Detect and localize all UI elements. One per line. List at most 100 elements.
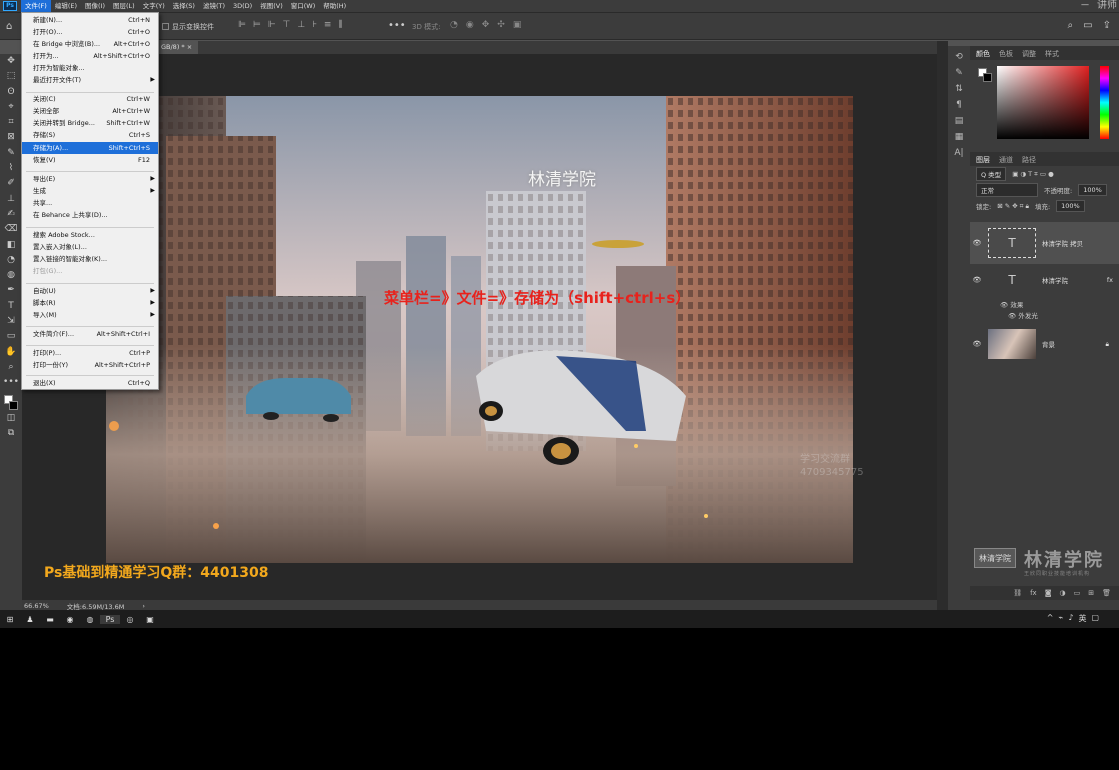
menu-item-close-all[interactable]: 关闭全部 Alt+Ctrl+W (22, 105, 158, 117)
tray-up-icon[interactable]: ^ (1047, 613, 1054, 624)
background-color[interactable] (9, 400, 18, 410)
pan-icon[interactable]: ✥ (482, 20, 490, 30)
ime-indicator[interactable]: 英 (1078, 613, 1086, 624)
history-icon[interactable]: ⟲ (955, 52, 963, 62)
eraser-tool-icon[interactable]: ⌫ (5, 222, 18, 237)
workspace-icon[interactable]: ▭ (1083, 20, 1092, 31)
blend-mode-select[interactable]: 正常 (976, 183, 1038, 197)
tab-paths[interactable]: 路径 (1022, 155, 1036, 164)
menu-item-browse-bridge[interactable]: 在 Bridge 中浏览(B)... Alt+Ctrl+O (22, 38, 158, 50)
stamp-tool-icon[interactable]: ⊥ (7, 192, 15, 207)
layer-text-copy[interactable]: 👁︎ T 林清学院 拷贝 (970, 222, 1119, 264)
tab-swatches[interactable]: 色板 (999, 49, 1013, 58)
delete-layer-icon[interactable]: 🗑︎ (1102, 589, 1111, 597)
app-icon[interactable]: ♟ (20, 615, 40, 624)
home-icon[interactable]: ⌂ (6, 21, 12, 32)
menu-view[interactable]: 视图(V) (256, 0, 287, 12)
tab-color[interactable]: 颜色 (976, 49, 990, 58)
menu-item-save-as[interactable]: 存储为(A)... Shift+Ctrl+S (22, 142, 158, 154)
menu-layer[interactable]: 图层(L) (109, 0, 139, 12)
layer-name[interactable]: 背景 (1042, 339, 1055, 349)
volume-icon[interactable]: ♪ (1068, 613, 1073, 624)
menu-item-automate[interactable]: 自动(U) ▶ (22, 285, 158, 297)
align-right-icon[interactable]: ⊩ (268, 20, 276, 30)
more-options-button[interactable]: ••• (388, 20, 406, 31)
hand-tool-icon[interactable]: ✋ (5, 345, 16, 360)
healing-tool-icon[interactable]: ⌇ (9, 161, 13, 176)
opacity-input[interactable]: 100% (1078, 184, 1107, 196)
align-bottom-icon[interactable]: ⊦ (312, 20, 317, 30)
menu-item-print[interactable]: 打印(P)... Ctrl+P (22, 347, 158, 359)
zoom-tool-icon[interactable]: ⌕ (8, 360, 13, 375)
menu-item-open-as[interactable]: 打开为... Alt+Shift+Ctrl+O (22, 50, 158, 62)
shape-tool-icon[interactable]: ▭ (7, 329, 16, 344)
layer-name[interactable]: 林清学院 拷贝 (1042, 238, 1083, 248)
properties-icon[interactable]: ▤ (955, 116, 964, 126)
search-icon[interactable]: ⌕ (1068, 20, 1074, 31)
foreground-background-swatch[interactable] (4, 394, 18, 411)
screen-mode-icon[interactable]: ⧉ (8, 426, 14, 441)
crop-tool-icon[interactable]: ⌗ (8, 115, 13, 130)
adjust-icon[interactable]: ⇅ (955, 84, 963, 94)
panel-background-swatch[interactable] (983, 73, 992, 82)
menu-item-print-one[interactable]: 打印一份(Y) Alt+Shift+Ctrl+P (22, 359, 158, 371)
menu-item-open[interactable]: 打开(O)... Ctrl+O (22, 26, 158, 38)
show-transform-checkbox[interactable] (162, 23, 169, 30)
menu-item-close-bridge[interactable]: 关闭并转到 Bridge... Shift+Ctrl+W (22, 117, 158, 129)
menu-item-open-smart-object[interactable]: 打开为智能对象... (22, 62, 158, 74)
path-select-tool-icon[interactable]: ⇲ (7, 314, 15, 329)
quick-mask-icon[interactable]: ◫ (7, 411, 16, 426)
menu-item-save[interactable]: 存储(S) Ctrl+S (22, 129, 158, 141)
browser-icon[interactable]: ◉ (60, 615, 80, 624)
align-middle-icon[interactable]: ⊥ (297, 20, 305, 30)
menu-item-file-info[interactable]: 文件简介(F)... Alt+Shift+Ctrl+I (22, 328, 158, 340)
menu-item-close[interactable]: 关闭(C) Ctrl+W (22, 93, 158, 105)
menu-image[interactable]: 图像(I) (81, 0, 109, 12)
character-icon[interactable]: A| (954, 148, 963, 158)
layer-filter-select[interactable]: Q 类型 (976, 167, 1007, 181)
fill-input[interactable]: 100% (1056, 200, 1085, 212)
menu-item-export[interactable]: 导出(E) ▶ (22, 173, 158, 185)
camera-icon[interactable]: ▣ (513, 20, 522, 30)
tab-layers[interactable]: 图层 (976, 155, 990, 164)
share-icon[interactable]: ⇪ (1103, 20, 1111, 31)
menu-window[interactable]: 窗口(W) (287, 0, 320, 12)
app4-icon[interactable]: ▣ (140, 615, 160, 624)
document-canvas[interactable] (106, 96, 853, 563)
gradient-tool-icon[interactable]: ◧ (7, 238, 16, 253)
menu-item-share[interactable]: 共享... (22, 197, 158, 209)
menu-item-revert[interactable]: 恢复(V) F12 (22, 154, 158, 166)
distribute-icon[interactable]: ≡ (324, 20, 332, 30)
move-tool-icon[interactable]: ✥ (7, 54, 15, 69)
eyedropper-tool-icon[interactable]: ✎ (7, 146, 15, 161)
fx-icon[interactable]: fx (1107, 276, 1113, 284)
close-tab-icon[interactable]: × (187, 43, 192, 51)
status-arrow-icon[interactable]: › (142, 602, 145, 610)
paragraph-icon[interactable]: ¶ (956, 100, 962, 110)
minimize-button[interactable]: — (1081, 0, 1089, 9)
menu-type[interactable]: 文字(Y) (139, 0, 169, 12)
menu-filter[interactable]: 滤镜(T) (199, 0, 229, 12)
menu-edit[interactable]: 编辑(E) (51, 0, 81, 12)
mask-icon[interactable]: ◙ (1045, 589, 1052, 597)
align-top-icon[interactable]: ⊤ (283, 20, 291, 30)
fx-add-icon[interactable]: fx (1030, 589, 1037, 597)
document-tab[interactable]: GB/8) * × (155, 41, 199, 54)
notification-icon[interactable]: ▢ (1091, 613, 1099, 624)
menu-item-place-linked[interactable]: 置入链接的智能对象(K)... (22, 253, 158, 265)
start-icon[interactable]: ⊞ (0, 615, 20, 624)
more-tools-icon[interactable]: ••• (3, 375, 19, 390)
lock-icons[interactable]: ⊠ ✎ ✥ ⌗ 🔒︎ (997, 202, 1029, 211)
dodge-tool-icon[interactable]: ◍ (7, 268, 15, 283)
menu-file[interactable]: 文件(F) (21, 0, 51, 12)
zoom-level[interactable]: 66.67% (24, 602, 49, 610)
menu-item-place-embedded[interactable]: 置入嵌入对象(L)... (22, 241, 158, 253)
color-picker-field[interactable] (997, 66, 1089, 139)
lasso-tool-icon[interactable]: ʘ (7, 85, 14, 100)
link-icon[interactable]: ⛓ (1013, 589, 1022, 597)
outer-glow-effect[interactable]: 👁︎ 外发光 (1000, 311, 1038, 322)
quick-select-tool-icon[interactable]: ⌖ (8, 100, 13, 115)
menu-item-new[interactable]: 新建(N)... Ctrl+N (22, 14, 158, 26)
menu-item-exit[interactable]: 退出(X) Ctrl+Q (22, 377, 158, 389)
menu-item-search-stock[interactable]: 搜索 Adobe Stock... (22, 229, 158, 241)
